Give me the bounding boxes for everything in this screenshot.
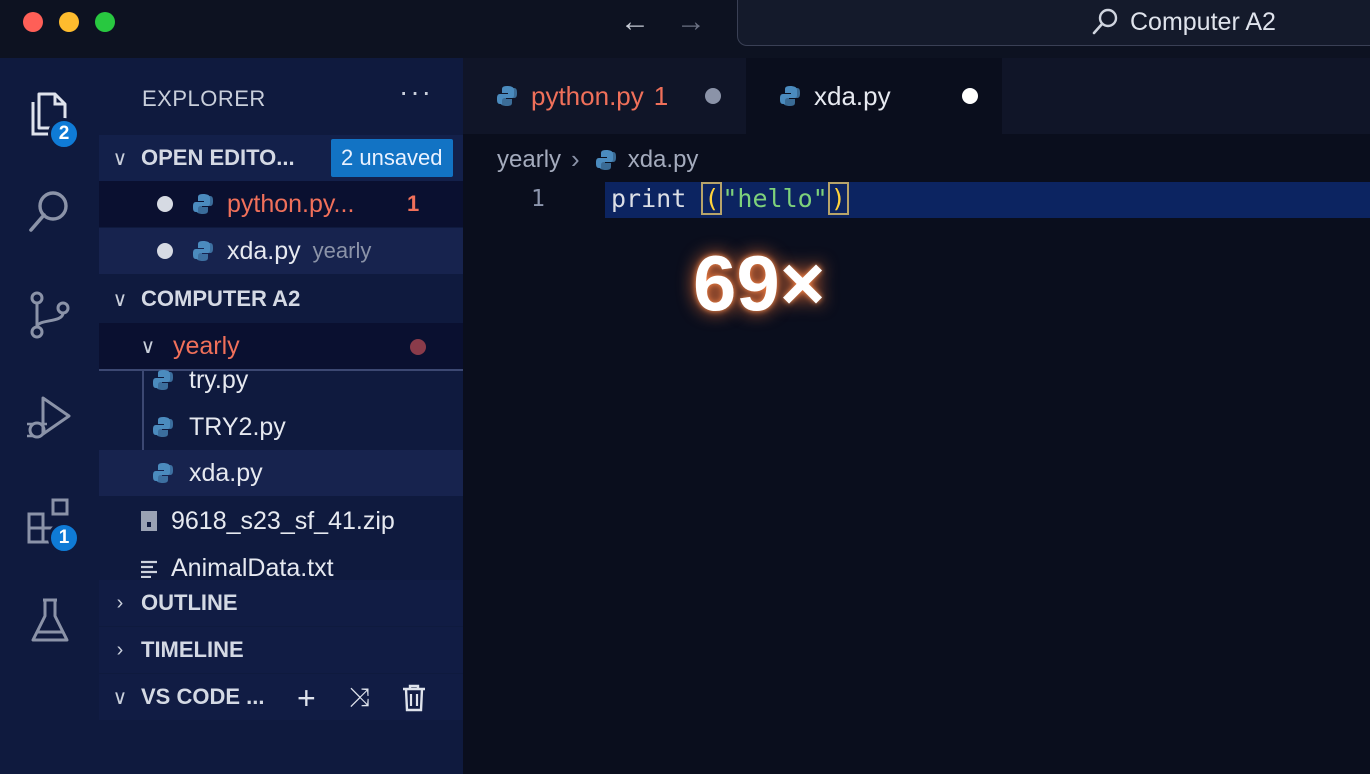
open-editor-folder: yearly — [312, 238, 372, 263]
close-window-button[interactable] — [23, 12, 43, 32]
tab-xda[interactable]: xda.py — [746, 58, 1002, 134]
python-file-icon — [153, 417, 173, 437]
explorer-badge: 2 — [48, 118, 80, 150]
workspace-section[interactable]: ∨ COMPUTER A2 — [99, 276, 463, 322]
open-editor-name: xda.py — [227, 236, 301, 265]
source-control-icon — [30, 291, 69, 339]
code-open-paren: ( — [701, 182, 723, 215]
open-editor-name: python.py... — [227, 189, 355, 218]
unsaved-dot-icon[interactable] — [962, 88, 978, 104]
python-file-icon — [780, 86, 800, 106]
open-editor-item-xda[interactable]: xda.py yearly — [99, 228, 463, 274]
search-activity[interactable] — [0, 166, 99, 256]
tab-bar: python.py 1 xda.py — [463, 58, 1370, 134]
minimize-window-button[interactable] — [59, 12, 79, 32]
file-item-xda[interactable]: xda.py — [99, 450, 463, 496]
extensions-badge: 1 — [48, 522, 80, 554]
file-name: TRY2.py — [189, 412, 286, 441]
code-line[interactable]: print ("hello") — [611, 182, 849, 215]
timeline-section[interactable]: › TIMELINE — [99, 627, 463, 673]
vscode-label: VS CODE ... — [141, 684, 265, 709]
tab-python[interactable]: python.py 1 — [463, 58, 746, 134]
file-name: try.py — [189, 365, 249, 394]
add-icon[interactable]: + — [297, 680, 316, 717]
folder-problems-dot — [410, 339, 426, 355]
tab-label: xda.py — [814, 80, 891, 111]
chevron-down-icon: ∨ — [140, 335, 156, 358]
unsaved-dot-icon[interactable] — [157, 196, 173, 212]
zip-file-icon — [141, 511, 157, 531]
python-file-icon — [193, 194, 213, 214]
text-file-icon — [141, 560, 157, 578]
command-center[interactable]: Computer A2 — [737, 0, 1370, 46]
testing-activity[interactable] — [0, 576, 99, 666]
search-icon — [28, 191, 68, 232]
chevron-right-icon: › — [116, 638, 124, 661]
chevron-down-icon: ∨ — [112, 147, 128, 170]
command-center-title: Computer A2 — [1130, 8, 1276, 36]
chevron-down-icon: ∨ — [112, 288, 128, 311]
beaker-icon — [31, 598, 68, 642]
extensions-activity[interactable]: 1 — [0, 476, 99, 566]
unsaved-dot-icon[interactable] — [157, 243, 173, 259]
open-editors-label: OPEN EDITO... — [141, 145, 295, 170]
open-editor-item-python[interactable]: python.py... 1 — [99, 181, 463, 227]
python-file-icon — [497, 86, 517, 106]
outline-section[interactable]: › OUTLINE — [99, 580, 463, 626]
workspace-label: COMPUTER A2 — [141, 286, 301, 311]
breadcrumb: yearly › xda.py — [497, 144, 698, 175]
zoom-window-button[interactable] — [95, 12, 115, 32]
trash-icon[interactable] — [401, 684, 427, 712]
explorer-activity[interactable]: 2 — [0, 66, 99, 156]
run-debug-icon — [26, 396, 70, 439]
code-string: "hello" — [722, 184, 828, 213]
vscode-section[interactable]: ∨ VS CODE ... + ⤨ — [99, 674, 463, 720]
activity-bar: 2 1 — [0, 58, 99, 774]
breadcrumb-folder[interactable]: yearly — [497, 146, 561, 174]
run-debug-activity[interactable] — [0, 372, 99, 462]
chevron-right-icon: › — [571, 144, 580, 174]
editor-area: python.py 1 xda.py yearly › xda.py 1 pri… — [463, 58, 1370, 774]
source-control-activity[interactable] — [0, 270, 99, 360]
timeline-label: TIMELINE — [141, 637, 244, 662]
problems-count: 1 — [407, 191, 420, 216]
python-file-icon — [193, 241, 213, 261]
file-name: 9618_s23_sf_41.zip — [171, 506, 395, 535]
unsaved-badge: 2 unsaved — [331, 139, 453, 177]
folder-name: yearly — [173, 331, 240, 360]
line-number: 1 — [531, 186, 545, 212]
explorer-header: EXPLORER — [142, 86, 266, 111]
file-item-try2[interactable]: TRY2.py — [99, 404, 463, 450]
code-function: print — [611, 184, 702, 213]
python-file-icon — [153, 370, 173, 390]
code-close-paren: ) — [827, 182, 849, 215]
open-editors-section[interactable]: ∨ OPEN EDITO... 2 unsaved — [99, 135, 463, 181]
explorer-sidebar: EXPLORER ··· ∨ OPEN EDITO... 2 unsaved p… — [99, 58, 463, 774]
title-bar: ← → Computer A2 — [0, 0, 1370, 58]
python-file-icon — [595, 149, 616, 170]
chevron-down-icon: ∨ — [112, 686, 128, 709]
file-item-try[interactable]: try.py — [99, 358, 463, 402]
breadcrumb-file[interactable]: xda.py — [628, 146, 699, 174]
file-item-zip[interactable]: 9618_s23_sf_41.zip — [99, 498, 463, 544]
chevron-right-icon: › — [116, 591, 124, 614]
forward-arrow-icon[interactable]: → — [676, 6, 706, 38]
outline-label: OUTLINE — [141, 590, 238, 615]
tab-problems: 1 — [653, 80, 669, 111]
python-file-icon — [153, 463, 173, 483]
back-arrow-icon[interactable]: ← — [620, 6, 650, 38]
tab-label: python.py — [531, 80, 644, 111]
file-name: xda.py — [189, 458, 263, 487]
unsaved-dot-icon[interactable] — [705, 88, 721, 104]
video-overlay-text: 69× — [693, 239, 826, 327]
search-icon — [1092, 8, 1118, 35]
more-actions-icon[interactable]: ··· — [399, 76, 433, 108]
shuffle-icon[interactable]: ⤨ — [349, 682, 370, 714]
